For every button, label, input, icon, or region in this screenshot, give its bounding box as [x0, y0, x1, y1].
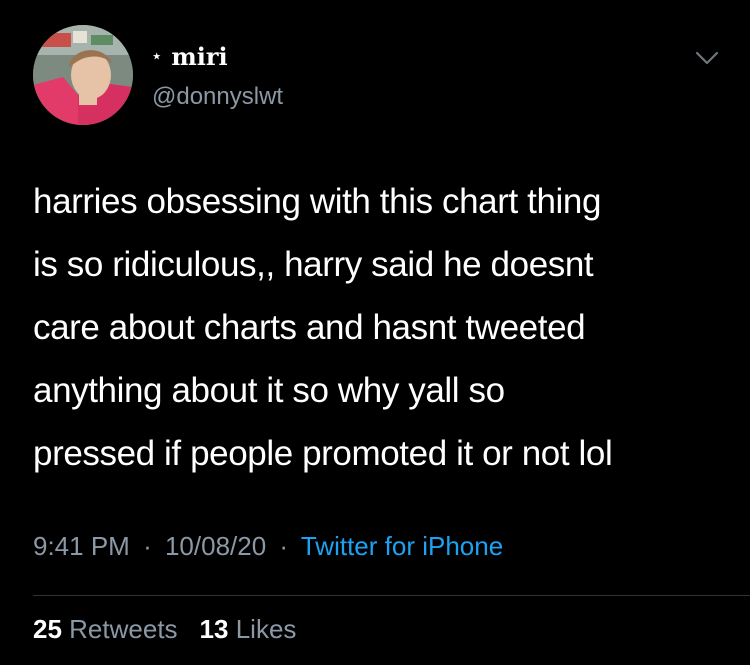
- tweet-text-line: is so ridiculous,, harry said he doesnt: [33, 245, 594, 284]
- tweet-text: harries obsessing with this chart thing …: [33, 170, 733, 485]
- avatar[interactable]: [33, 25, 133, 125]
- chevron-down-icon[interactable]: [692, 46, 722, 70]
- tweet-text-line: harries obsessing with this chart thing: [33, 182, 602, 221]
- tweet-text-line: anything about it so why yall so: [33, 371, 505, 410]
- author-info[interactable]: ⋆ miri @donnyslwt: [152, 42, 283, 112]
- meta-separator: ·: [143, 531, 152, 561]
- divider: [33, 595, 750, 596]
- user-handle[interactable]: @donnyslwt: [152, 82, 283, 112]
- likes-stat[interactable]: 13 Likes: [200, 614, 297, 644]
- tweet-time: 9:41 PM: [33, 531, 130, 561]
- tweet-stats: 25 Retweets 13 Likes: [33, 613, 296, 645]
- tweet-date: 10/08/20: [164, 531, 267, 561]
- chevron-down-glyph: [695, 51, 719, 65]
- retweets-count: 25: [33, 614, 62, 644]
- tweet-source-link[interactable]: Twitter for iPhone: [301, 531, 503, 561]
- tweet-card: ⋆ miri @donnyslwt harries obsessing with…: [0, 0, 750, 665]
- display-name[interactable]: ⋆ miri: [152, 42, 283, 72]
- retweets-stat[interactable]: 25 Retweets: [33, 614, 178, 644]
- star-icon: ⋆: [152, 47, 162, 65]
- meta-separator: ·: [279, 531, 289, 561]
- retweets-label: Retweets: [69, 614, 178, 644]
- likes-label: Likes: [235, 614, 297, 644]
- avatar-photo: [33, 25, 133, 125]
- display-name-text: miri: [171, 42, 228, 71]
- tweet-meta: 9:41 PM · 10/08/20 · Twitter for iPhone: [33, 530, 503, 562]
- likes-count: 13: [199, 614, 229, 644]
- tweet-text-line: pressed if people promoted it or not lol: [33, 434, 613, 473]
- tweet-text-line: care about charts and hasnt tweeted: [33, 308, 586, 347]
